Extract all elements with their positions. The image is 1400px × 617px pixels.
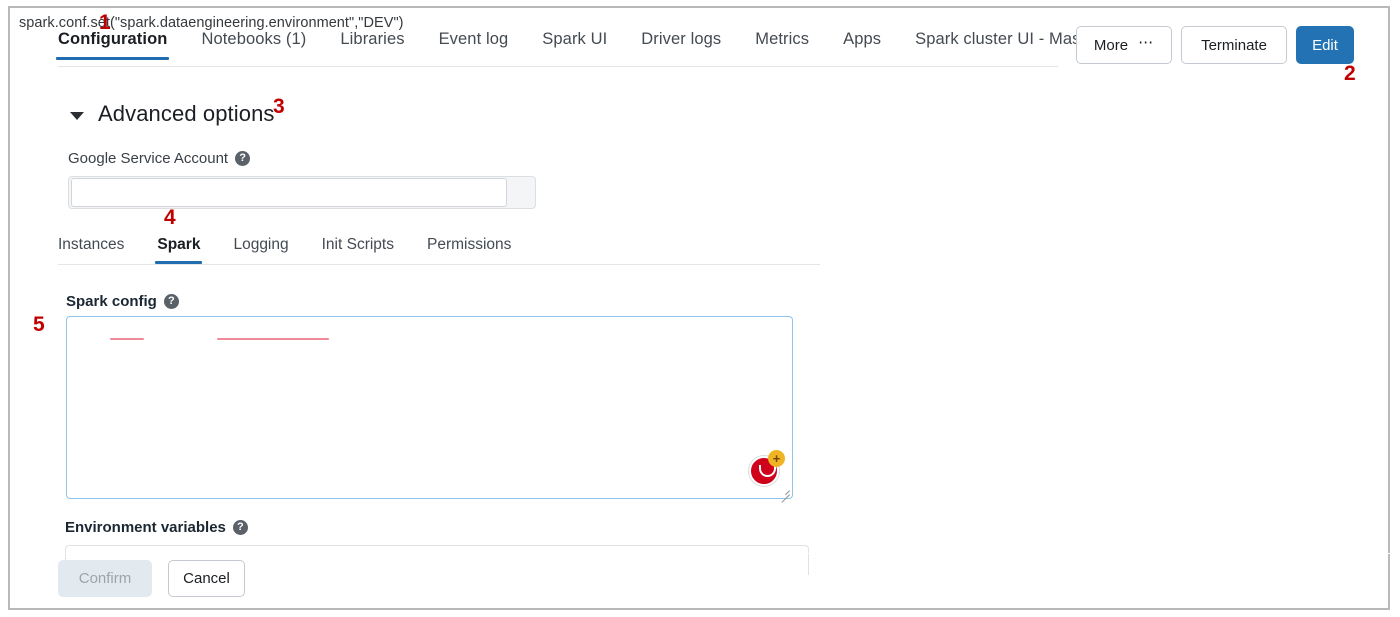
google-service-account-field-wrap <box>68 176 536 209</box>
annotation-marker-2: 2 <box>1344 62 1356 85</box>
more-button-label: More <box>1093 36 1129 54</box>
spellcheck-underline-conf <box>110 338 144 340</box>
google-service-account-label-group: Google Service Account ? <box>68 150 251 167</box>
spark-config-textarea[interactable] <box>66 316 793 499</box>
tab-apps-label: Apps <box>843 30 882 48</box>
tab-spark-ui[interactable]: Spark UI <box>542 30 607 60</box>
tab-driver-logs[interactable]: Driver logs <box>641 30 721 60</box>
footer-separator <box>20 553 1398 554</box>
sub-tab-spark-label: Spark <box>157 236 201 253</box>
sub-tab-init-scripts[interactable]: Init Scripts <box>322 236 394 264</box>
sub-tab-permissions-label: Permissions <box>426 236 512 253</box>
cancel-button[interactable]: Cancel <box>168 560 245 597</box>
sub-tab-logging[interactable]: Logging <box>233 236 288 264</box>
tab-notebooks-label: Notebooks (1) <box>201 30 307 48</box>
tab-libraries-label: Libraries <box>340 30 405 48</box>
google-service-account-trailing <box>507 177 534 208</box>
annotation-marker-4: 4 <box>164 206 176 229</box>
sub-tab-permissions[interactable]: Permissions <box>427 236 511 264</box>
grammarly-plus-badge-icon[interactable]: + <box>768 450 785 467</box>
tab-spark-cluster-ui-master[interactable]: Spark cluster UI - Master <box>915 30 1100 60</box>
environment-variables-label: Environment variables <box>65 519 226 536</box>
header-action-group: More ⋯ Terminate Edit <box>1076 26 1354 64</box>
resize-handle-icon[interactable] <box>779 485 790 496</box>
google-service-account-input[interactable] <box>71 178 507 207</box>
tab-configuration-label: Configuration <box>58 30 168 48</box>
annotation-marker-1: 1 <box>99 11 111 34</box>
advanced-options-sub-tabs: Instances Spark Logging Init Scripts Per… <box>58 236 828 264</box>
cluster-detail-tabs: Configuration Notebooks (1) Libraries Ev… <box>55 30 1100 70</box>
annotation-marker-5: 5 <box>33 313 45 336</box>
annotation-marker-3: 3 <box>273 95 285 118</box>
tab-metrics-label: Metrics <box>755 30 810 48</box>
tab-driver-logs-label: Driver logs <box>641 30 722 48</box>
help-circle-icon[interactable]: ? <box>232 520 248 535</box>
tab-metrics[interactable]: Metrics <box>755 30 809 60</box>
tab-spark-cluster-ui-master-label: Spark cluster UI - Master <box>915 30 1101 48</box>
confirm-button[interactable]: Confirm <box>58 560 152 597</box>
screenshot-root: Configuration Notebooks (1) Libraries Ev… <box>0 0 1400 617</box>
confirm-button-label: Confirm <box>78 570 132 587</box>
spark-config-label: Spark config <box>66 293 157 310</box>
tab-configuration[interactable]: Configuration <box>55 30 170 60</box>
tab-notebooks[interactable]: Notebooks (1) <box>201 30 306 60</box>
tab-event-log-label: Event log <box>438 30 509 48</box>
caret-down-icon <box>70 111 84 120</box>
environment-variables-label-group: Environment variables ? <box>65 519 248 536</box>
sub-tab-spark[interactable]: Spark <box>155 236 203 264</box>
tab-apps[interactable]: Apps <box>843 30 881 60</box>
footer-action-group: Confirm Cancel <box>58 560 245 597</box>
sub-tab-instances-label: Instances <box>58 236 125 253</box>
more-button[interactable]: More ⋯ <box>1076 26 1172 64</box>
tab-libraries[interactable]: Libraries <box>340 30 404 60</box>
terminate-button[interactable]: Terminate <box>1181 26 1287 64</box>
edit-button-label: Edit <box>1312 36 1338 54</box>
sub-tab-init-scripts-label: Init Scripts <box>321 236 394 253</box>
spark-config-label-group: Spark config ? <box>66 293 179 310</box>
advanced-options-toggle[interactable]: Advanced options <box>70 101 275 127</box>
help-circle-icon[interactable]: ? <box>163 294 179 309</box>
page-content: Configuration Notebooks (1) Libraries Ev… <box>10 8 1398 608</box>
spark-config-text: spark.conf.set("spark.dataengineering.en… <box>19 15 404 31</box>
help-circle-icon[interactable]: ? <box>235 151 251 166</box>
terminate-button-label: Terminate <box>1201 36 1267 54</box>
advanced-options-label: Advanced options <box>98 101 275 126</box>
tab-event-log[interactable]: Event log <box>439 30 509 60</box>
tab-spark-ui-label: Spark UI <box>542 30 608 48</box>
sub-tabs-divider <box>58 264 820 265</box>
google-service-account-label: Google Service Account <box>68 150 229 167</box>
edit-button[interactable]: Edit <box>1296 26 1354 64</box>
sub-tab-instances[interactable]: Instances <box>58 236 124 264</box>
spellcheck-underline-dataengineering <box>217 338 329 340</box>
cancel-button-label: Cancel <box>183 570 230 587</box>
sub-tab-logging-label: Logging <box>233 236 289 253</box>
ellipsis-icon: ⋯ <box>1138 33 1155 51</box>
